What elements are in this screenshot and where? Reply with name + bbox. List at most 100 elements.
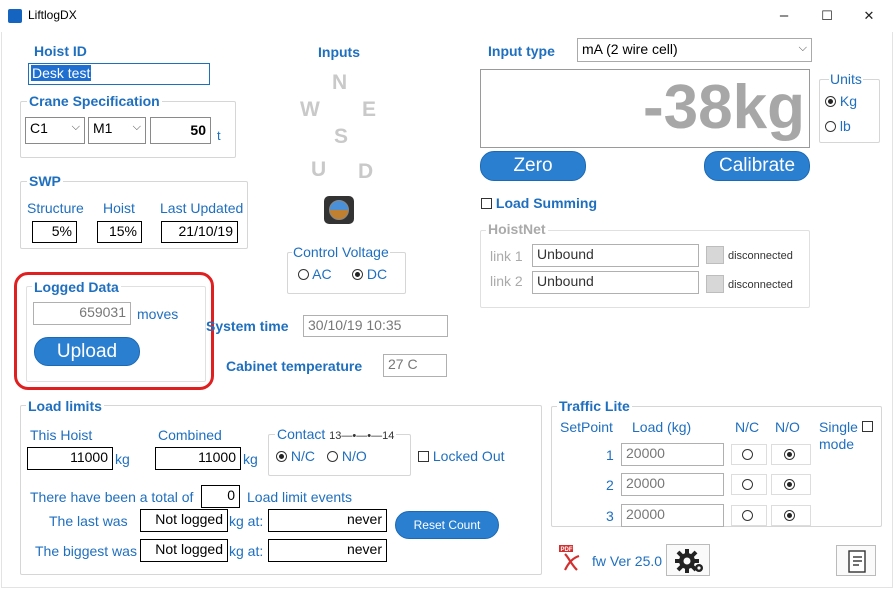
chevron-down-icon: ⌵ [132,121,141,133]
link2-input[interactable]: Unbound [532,271,699,294]
link2-button[interactable] [706,275,724,293]
load-summing-checkbox[interactable] [481,198,492,209]
setpoint-2-nc-radio[interactable] [742,479,753,490]
voltage-ac-option[interactable]: AC [298,266,332,282]
firmware-version: fw Ver 25.0 [592,553,663,569]
single-mode-label: Single mode [819,419,858,452]
biggest-event-value: Not logged [140,539,228,562]
system-time-label: System time [206,318,289,334]
locked-out-checkbox[interactable] [418,451,429,462]
this-hoist-unit: kg [115,451,130,467]
setpoint-3-no-radio[interactable] [784,510,795,521]
contact-to: 14 [382,430,395,442]
lb-radio[interactable] [825,121,836,132]
report-button[interactable] [836,545,876,576]
settings-button[interactable] [666,544,710,576]
this-hoist-input[interactable]: 11000 [27,447,113,470]
swp-structure-value[interactable]: 5% [32,221,77,243]
last-event-time: never [268,509,387,532]
minimize-button[interactable]: – [764,4,804,28]
logged-moves-value: 659031 [33,302,131,325]
crane-mech-select[interactable]: M1 ⌵ [88,117,146,144]
contact-no-radio[interactable] [327,451,338,462]
input-e-indicator: E [362,98,377,121]
swp-updated-value[interactable]: 21/10/19 [161,221,238,243]
crane-class-select[interactable]: C1 ⌵ [25,117,85,144]
units-kg-option[interactable]: Kg [825,93,857,109]
dc-radio[interactable] [352,269,363,280]
hoist-id-label: Hoist ID [34,43,87,59]
attitude-indicator-icon [324,196,354,224]
link1-input[interactable]: Unbound [532,244,699,267]
setpoint-1-load[interactable]: 20000 [621,443,724,466]
swp-hoist-value[interactable]: 15% [97,221,142,243]
load-kg-header: Load (kg) [632,419,692,435]
contact-no-option[interactable]: N/O [327,448,367,464]
kg-label: Kg [839,93,858,109]
load-summing-option[interactable]: Load Summing [481,195,597,211]
link1-label: link 1 [490,248,523,264]
upload-button[interactable]: Upload [34,337,140,366]
crane-class-value: C1 [30,120,48,136]
input-s-indicator: S [334,125,349,148]
setpoint-1-nc-radio[interactable] [742,449,753,460]
maximize-button[interactable]: ☐ [807,4,847,28]
setpoint-3-no-cell [771,505,811,526]
no-header: N/O [775,419,800,435]
zero-button[interactable]: Zero [480,151,586,181]
swp-label: SWP [27,173,63,189]
contact-nc-label: N/C [290,448,316,464]
contact-nc-radio[interactable] [276,451,287,462]
setpoint-3-load[interactable]: 20000 [621,504,724,527]
reset-count-button[interactable]: Reset Count [395,511,499,539]
hoistnet-group [480,230,810,308]
setpoint-2-load[interactable]: 20000 [621,473,724,496]
setpoint-1-no-radio[interactable] [784,449,795,460]
kg-radio[interactable] [825,96,836,107]
crane-spec-label: Crane Specification [27,93,162,109]
capacity-unit: t [217,128,221,143]
crane-capacity-input[interactable]: 50 [150,117,211,144]
setpoint-2-no-radio[interactable] [784,479,795,490]
app-icon [8,9,22,23]
swp-structure-label: Structure [27,200,84,216]
ac-radio[interactable] [298,269,309,280]
setpoint-3-nc-radio[interactable] [742,510,753,521]
setpoint-2-nc-cell [731,474,767,495]
gear-icon [675,549,703,573]
input-type-label: Input type [488,43,555,59]
setpoint-2-no-cell [771,474,811,495]
setpoint-3-nc-cell [731,505,767,526]
contact-from: 13 [329,430,342,442]
chevron-down-icon: ⌵ [71,121,80,133]
combined-label: Combined [158,427,222,443]
swp-hoist-label: Hoist [103,200,135,216]
link2-status: disconnected [728,279,793,291]
contact-nc-option[interactable]: N/C [276,448,315,464]
locked-out-option[interactable]: Locked Out [418,448,505,464]
locked-out-label: Locked Out [432,448,505,464]
biggest-event-label: The biggest was [35,543,137,559]
link1-button[interactable] [706,246,724,264]
lb-label: lb [839,118,851,134]
traffic-lite-label: Traffic Lite [557,398,632,414]
hoist-id-input[interactable]: Desk test [28,63,210,85]
contact-label-wrap: Contact 13—•—•—14 [275,426,397,442]
events-count: 0 [201,485,240,508]
setpoint-2-num: 2 [606,477,614,493]
setpoint-header: SetPoint [560,419,613,435]
pdf-icon[interactable]: PDF [557,544,581,572]
single-mode-checkbox[interactable] [862,421,873,432]
input-type-select[interactable]: mA (2 wire cell) ⌵ [577,38,812,62]
biggest-event-time: never [268,539,387,562]
calibrate-button[interactable]: Calibrate [704,151,810,181]
input-u-indicator: U [311,158,327,181]
last-event-at-label: kg at: [229,513,264,529]
link1-status: disconnected [728,250,793,262]
units-lb-option[interactable]: lb [825,118,851,134]
voltage-dc-option[interactable]: DC [352,266,387,282]
input-w-indicator: W [300,98,320,121]
control-voltage-label: Control Voltage [292,244,390,260]
combined-input[interactable]: 11000 [155,447,241,470]
close-button[interactable]: ✕ [849,4,889,28]
